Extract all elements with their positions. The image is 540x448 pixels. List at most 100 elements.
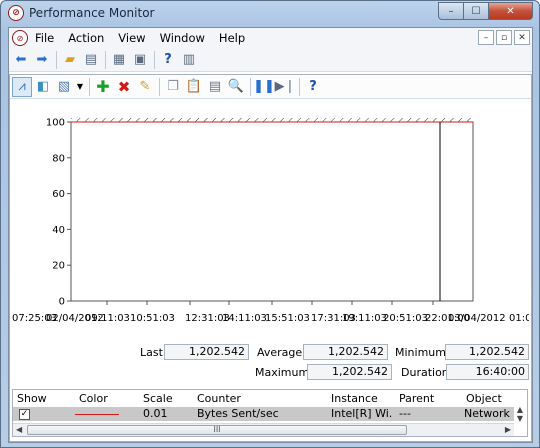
mdi-buttons: – ▫ ✕ [478,30,530,45]
line-chart: 100806040200 07:25:0302/04/201209:11:03 1… [12,118,538,325]
scale-cell: 0.01 [143,407,168,420]
show-hide-icon[interactable]: ▤ [81,50,101,70]
minimize-button[interactable]: – [438,2,464,20]
properties-icon[interactable]: ▥ [179,50,199,70]
view-source-icon[interactable]: ◧ [33,77,53,97]
minimum-label: Minimum [395,346,446,359]
change-graph-type-icon[interactable]: ▧ [54,77,74,97]
scroll-down-icon[interactable]: ▲ ▼ [513,405,527,423]
graph-area[interactable]: 100 80 60 40 20 0 07:25:03 02/04/2012 09:11:03 1… [12,101,538,337]
series-band [71,118,473,122]
copy-icon[interactable]: ❐ [163,77,183,97]
x-tick-label: 09:11:03 [85,313,130,324]
scrollbar-thumb[interactable]: III [27,425,407,435]
toolbar-separator [105,50,106,69]
toolbar-separator [89,77,90,96]
column-header-counter[interactable]: Counter [197,392,241,405]
forward-icon[interactable]: ➡ [32,50,52,70]
x-tick-label: 15:51:03 [265,313,310,324]
object-cell: Network Int [464,407,514,420]
paste-icon[interactable]: 📋 [184,77,204,97]
show-checkbox[interactable]: ✓ [19,409,30,420]
statistics-bar: Last 1,202.542 Average 1,202.542 Minimum… [10,341,531,385]
freeze-icon[interactable]: ❚❚ [253,77,275,97]
window-title: Performance Monitor [29,6,155,20]
export-icon[interactable]: ▦ [109,50,129,70]
scroll-left-icon[interactable]: ◀ [16,425,22,434]
column-header-scale[interactable]: Scale [143,392,173,405]
last-value: 1,202.542 [164,344,249,360]
print-icon[interactable]: ▣ [130,50,150,70]
series-color-swatch [75,414,119,415]
column-header-color[interactable]: Color [79,392,108,405]
highlight-icon[interactable]: ✎ [135,77,155,97]
instance-cell: Intel[R] Wi... [331,407,393,420]
x-tick-label: 14:11:03 [222,313,267,324]
toolbar-separator [299,77,300,96]
menu-help[interactable]: Help [212,31,252,45]
menu-view[interactable]: View [111,31,152,45]
add-counter-icon[interactable]: ✚ [93,77,113,97]
stop-sign-icon: ⊘ [8,5,24,21]
update-icon[interactable]: ▶❘ [275,77,296,97]
monitor-panel: ⩘ ◧ ▧ ▼ ✚ ✖ ✎ ❐ 📋 ▤ 🔍 ❚❚ ▶❘ ? 100 80 60 … [9,74,538,442]
toolbar-separator [250,77,251,96]
graph-toolbar: ⩘ ◧ ▧ ▼ ✚ ✖ ✎ ❐ 📋 ▤ 🔍 ❚❚ ▶❘ ? [10,75,531,99]
help-icon[interactable]: ? [303,77,323,97]
x-tick-label: 19:11:03 [342,313,387,324]
help-icon[interactable]: ? [158,50,178,70]
average-value: 1,202.542 [303,344,388,360]
close-button[interactable]: ✕ [489,2,533,20]
toolbar-separator [154,50,155,69]
x-tick-label: 03/04/2012 [448,313,506,324]
column-header-parent[interactable]: Parent [399,392,434,405]
menu-window[interactable]: Window [153,31,212,45]
counter-legend-table: Show Color Scale Counter Instance Parent… [12,389,528,437]
y-tick-label: 60 [52,189,65,200]
menu-file[interactable]: File [28,31,61,45]
horizontal-scrollbar[interactable]: ◀ III ▶ [13,423,514,436]
back-icon[interactable]: ⬅ [11,50,31,70]
mdi-close-button[interactable]: ✕ [514,30,530,45]
column-header-show[interactable]: Show [17,392,47,405]
average-label: Average [257,346,303,359]
maximize-button[interactable]: ☐ [464,2,489,20]
y-tick-label: 20 [52,261,65,272]
parent-cell: --- [399,407,411,420]
properties-icon[interactable]: ▤ [205,77,225,97]
x-tick-label: 01:03 [509,313,529,324]
performance-monitor-window: ⊘ Performance Monitor – ☐ ✕ ⊘ File Actio… [0,0,540,448]
chevron-down-icon[interactable]: ▼ [75,77,85,97]
last-label: Last [140,346,163,359]
title-bar[interactable]: ⊘ Performance Monitor – ☐ ✕ [1,1,539,25]
toolbar-separator [159,77,160,96]
client-area: ⊘ File Action View Window Help – ▫ ✕ ⬅ ➡… [8,27,538,443]
duration-value: 16:40:00 [446,364,529,380]
toolbar-separator [56,50,57,69]
menu-action[interactable]: Action [61,31,111,45]
counter-cell: Bytes Sent/sec [197,407,279,420]
menu-bar: ⊘ File Action View Window Help – ▫ ✕ [9,28,532,48]
system-menu-icon[interactable]: ⊘ [12,30,28,46]
maximum-value: 1,202.542 [307,364,392,380]
up-folder-icon[interactable]: ▰ [60,50,80,70]
column-header-instance[interactable]: Instance [331,392,378,405]
mdi-restore-button[interactable]: ▫ [496,30,512,45]
main-toolbar: ⬅ ➡ ▰ ▤ ▦ ▣ ? ▥ [9,48,532,72]
y-tick-label: 40 [52,225,65,236]
view-graph-icon[interactable]: ⩘ [12,76,32,97]
y-tick-label: 100 [46,118,65,129]
minimum-value: 1,202.542 [445,344,529,360]
plot-frame [70,121,474,302]
column-header-object[interactable]: Object [466,392,502,405]
delete-counter-icon[interactable]: ✖ [114,77,134,97]
zoom-icon[interactable]: 🔍 [226,77,246,97]
duration-label: Duration [401,366,449,379]
caption-buttons: – ☐ ✕ [438,2,533,20]
x-tick-label: 20:51:03 [383,313,428,324]
scroll-right-icon[interactable]: ▶ [505,425,511,434]
y-tick-label: 0 [59,297,65,308]
mdi-minimize-button[interactable]: – [478,30,494,45]
x-tick-label: 10:51:03 [130,313,175,324]
y-tick-label: 80 [52,153,65,164]
